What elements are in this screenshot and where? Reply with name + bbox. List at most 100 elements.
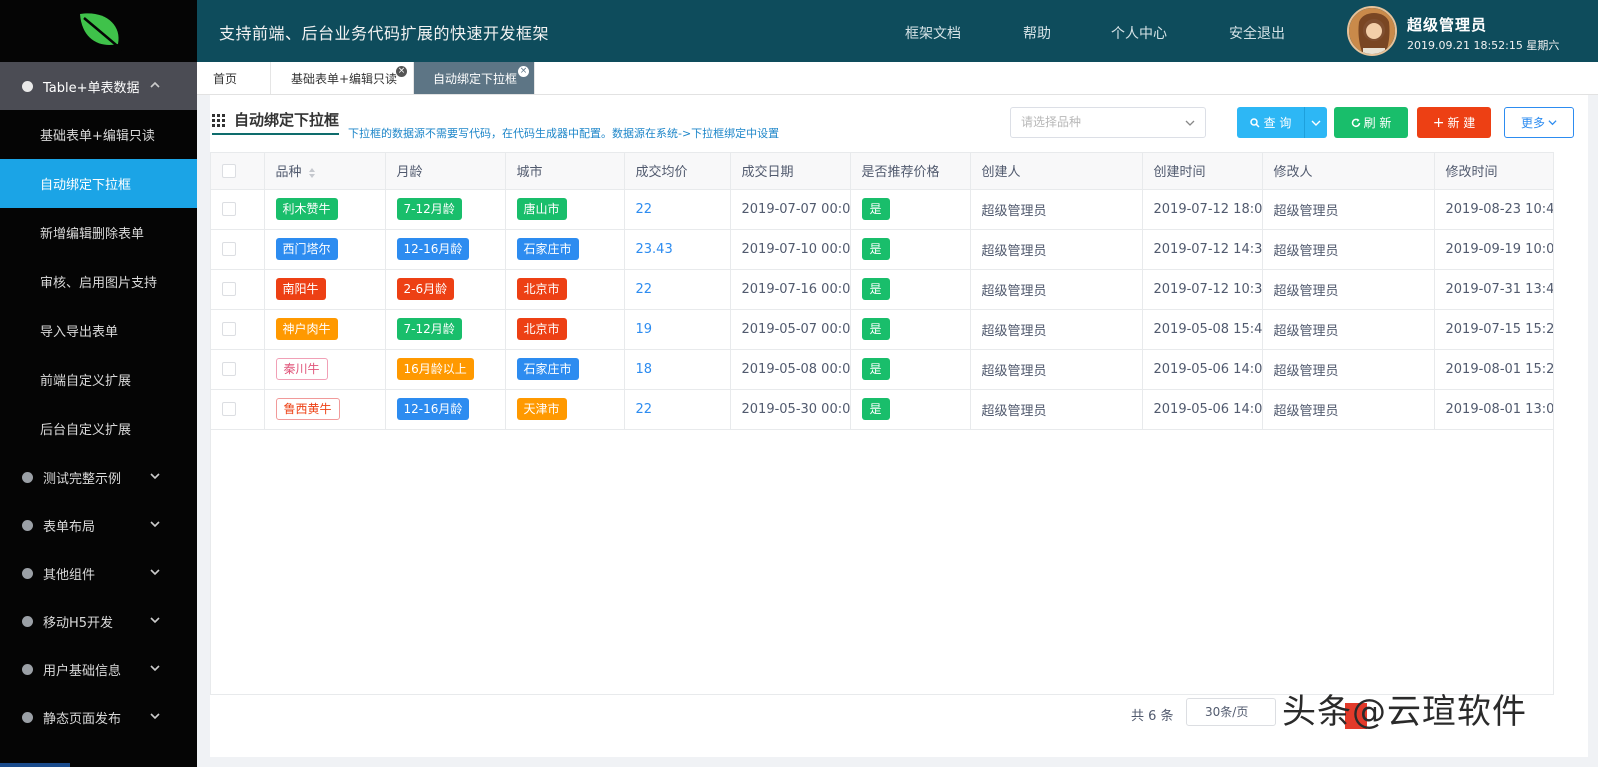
logo[interactable] xyxy=(0,0,197,62)
modifier-cell: 超级管理员 xyxy=(1262,269,1435,310)
tag-cell: 北京市 xyxy=(505,309,625,350)
table-row[interactable]: 鲁西黄牛 12-16月龄 天津市 22 2019-05-30 00:00 是超级管理员 20… xyxy=(211,389,1553,430)
user-avatar-icon xyxy=(1349,8,1395,54)
sidebar-group-label: 表单布局 xyxy=(43,519,96,535)
row-checkbox[interactable] xyxy=(222,282,236,296)
price-cell: 18 xyxy=(624,349,731,390)
sidebar-item[interactable]: 新增编辑删除表单 xyxy=(0,208,197,257)
column-header: 修改人 xyxy=(1262,153,1435,190)
sidebar-group[interactable]: 静态页面发布 xyxy=(0,693,197,741)
panel-hint: 下拉框的数据源不需要写代码，在代码生成器中配置。数据源在系统->下拉框绑定中设置 xyxy=(348,127,780,140)
sidebar-group-label: Table+单表数据 xyxy=(43,80,140,96)
sidebar-item[interactable]: 前端自定义扩展 xyxy=(0,355,197,404)
modified-cell: 2019-07-15 15:24 xyxy=(1434,309,1553,350)
creator-cell: 超级管理员 xyxy=(970,229,1143,270)
tag-cell: 唐山市 xyxy=(505,189,625,230)
tag-cell: 7-12月龄 xyxy=(385,189,506,230)
price-cell: 22 xyxy=(624,269,731,310)
recommend-tag: 是 xyxy=(861,358,890,380)
modifier-cell: 超级管理员 xyxy=(1262,349,1435,390)
row-checkbox[interactable] xyxy=(222,322,236,336)
creator-cell: 超级管理员 xyxy=(970,389,1143,430)
bullet-icon xyxy=(22,615,33,627)
modified-cell: 2019-08-23 10:42 xyxy=(1434,189,1553,230)
age-tag: 12-16月龄 xyxy=(396,238,470,260)
table-body: 利木赞牛 7-12月龄 唐山市 22 2019-07-07 00:00 是超级管理员 201… xyxy=(211,189,1553,430)
search-icon xyxy=(1249,117,1260,128)
age-tag: 16月龄以上 xyxy=(396,358,474,380)
sidebar-group[interactable]: 用户基础信息 xyxy=(0,645,197,693)
tab-home[interactable]: 首页 xyxy=(197,62,271,94)
column-header: 创建人 xyxy=(970,153,1143,190)
sidebar-group[interactable]: 测试完整示例 xyxy=(0,453,197,501)
sidebar-item[interactable]: 后台自定义扩展 xyxy=(0,404,197,453)
nav-framework-docs[interactable]: 框架文档 xyxy=(905,23,961,43)
sort-icon[interactable] xyxy=(308,167,316,179)
row-checkbox[interactable] xyxy=(222,362,236,376)
sidebar-item[interactable]: 基础表单+编辑只读 xyxy=(0,110,197,159)
city-tag: 石家庄市 xyxy=(516,238,579,260)
tab-label: 自动绑定下拉框 xyxy=(433,71,518,86)
tag-cell: 南阳牛 xyxy=(264,269,386,310)
column-header: 是否推荐价格 xyxy=(850,153,971,190)
breed-select[interactable]: 请选择品种 xyxy=(1010,107,1206,138)
chevron-up-icon xyxy=(150,81,160,88)
query-button[interactable]: 查 询 xyxy=(1237,107,1304,138)
sidebar-group[interactable]: 移动H5开发 xyxy=(0,597,197,645)
age-tag: 7-12月龄 xyxy=(396,318,462,340)
chevron-down-icon xyxy=(150,473,160,480)
nav-personal-center[interactable]: 个人中心 xyxy=(1111,23,1167,43)
row-checkbox[interactable] xyxy=(222,402,236,416)
query-dropdown-button[interactable] xyxy=(1304,107,1327,138)
column-header: 创建时间 xyxy=(1142,153,1263,190)
row-checkbox[interactable] xyxy=(222,202,236,216)
table-row[interactable]: 南阳牛 2-6月龄 北京市 22 2019-07-16 00:00 是超级管理员 2019-… xyxy=(211,269,1553,310)
nav-help[interactable]: 帮助 xyxy=(1023,23,1051,43)
table-row[interactable]: 秦川牛 16月龄以上 石家庄市 18 2019-05-08 00:00 是超级管理员 201… xyxy=(211,349,1553,390)
sidebar-item[interactable]: 自动绑定下拉框 xyxy=(0,159,197,208)
date-cell: 2019-05-08 00:00 xyxy=(730,349,851,390)
avatar[interactable] xyxy=(1347,6,1397,56)
creator-cell: 超级管理员 xyxy=(970,189,1143,230)
tag-cell: 神户肉牛 xyxy=(264,309,386,350)
column-header[interactable]: 品种 xyxy=(264,153,386,190)
table-row[interactable]: 利木赞牛 7-12月龄 唐山市 22 2019-07-07 00:00 是超级管理员 201… xyxy=(211,189,1553,230)
column-header: 成交日期 xyxy=(730,153,851,190)
close-icon[interactable]: × xyxy=(518,66,529,77)
tag-cell: 是 xyxy=(850,349,971,390)
bullet-icon xyxy=(22,80,33,92)
sidebar-item[interactable]: 审核、启用图片支持 xyxy=(0,257,197,306)
sidebar-item[interactable]: 导入导出表单 xyxy=(0,306,197,355)
more-button[interactable]: 更多 xyxy=(1504,107,1574,138)
tab-auto-dropdown[interactable]: 自动绑定下拉框 × xyxy=(414,62,535,94)
recommend-tag: 是 xyxy=(861,238,890,260)
column-header: 修改时间 xyxy=(1434,153,1553,190)
select-all-checkbox[interactable] xyxy=(222,163,236,178)
age-tag: 7-12月龄 xyxy=(396,198,462,220)
user-name: 超级管理员 xyxy=(1407,16,1488,34)
price-cell: 23.43 xyxy=(624,229,731,270)
table-row[interactable]: 西门塔尔 12-16月龄 石家庄市 23.43 2019-07-10 00:00 是 超级管… xyxy=(211,229,1553,270)
row-checkbox[interactable] xyxy=(222,242,236,256)
tag-cell: 是 xyxy=(850,229,971,270)
sidebar-group[interactable]: 表单布局 xyxy=(0,501,197,549)
refresh-button[interactable]: 刷 新 xyxy=(1334,107,1408,138)
sidebar-group[interactable]: 其他组件 xyxy=(0,549,197,597)
page-size-select[interactable]: 30条/页 xyxy=(1186,698,1276,726)
tag-cell: 鲁西黄牛 xyxy=(264,389,386,430)
modified-cell: 2019-08-01 15:20 xyxy=(1434,349,1553,390)
tag-cell: 12-16月龄 xyxy=(385,389,506,430)
tab-basic-form[interactable]: 基础表单+编辑只读 × xyxy=(271,62,414,94)
tab-label: 首页 xyxy=(213,71,238,86)
modified-cell: 2019-09-19 10:04 xyxy=(1434,229,1553,270)
age-tag: 2-6月龄 xyxy=(396,278,455,300)
city-tag: 天津市 xyxy=(516,398,567,420)
top-header: 支持前端、后台业务代码扩展的快速开发框架 框架文档 帮助 个人中心 安全退出 超… xyxy=(197,0,1598,62)
nav-logout[interactable]: 安全退出 xyxy=(1229,23,1285,43)
close-icon[interactable]: × xyxy=(396,66,407,77)
new-button[interactable]: + 新 建 xyxy=(1417,107,1491,138)
date-cell: 2019-07-07 00:00 xyxy=(730,189,851,230)
table-row[interactable]: 神户肉牛 7-12月龄 北京市 19 2019-05-07 00:00 是超级管理员 201… xyxy=(211,309,1553,350)
checkbox-cell xyxy=(211,229,265,270)
sidebar-group[interactable]: Table+单表数据 xyxy=(0,62,197,110)
